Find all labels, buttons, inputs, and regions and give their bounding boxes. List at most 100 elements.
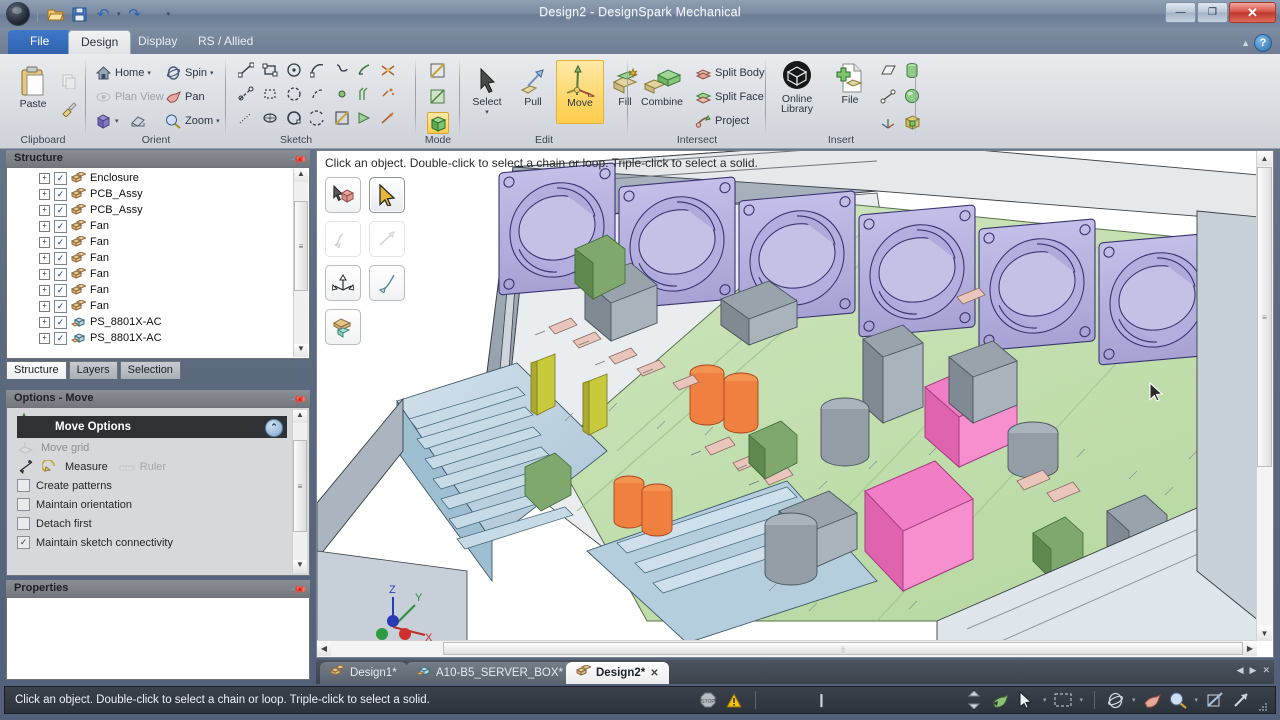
expander-icon[interactable]: + [39, 237, 50, 248]
select-solid-tool-icon[interactable] [325, 177, 361, 213]
box-select-icon[interactable] [1053, 691, 1072, 710]
expander-icon[interactable]: + [39, 301, 50, 312]
detach-first-checkbox[interactable] [17, 517, 30, 530]
chevron-up-icon[interactable]: ⌃ [265, 419, 283, 437]
visibility-checkbox[interactable]: ✓ [54, 252, 67, 265]
create-patterns-row[interactable]: Create patterns [17, 476, 287, 495]
tab-prev-icon[interactable]: ◀ [1237, 665, 1244, 676]
structure-tree[interactable]: +✓Enclosure +✓PCB_Assy +✓PCB_Assy +✓Fan … [6, 167, 310, 359]
zoom-icon[interactable] [1168, 691, 1187, 710]
chevron-down-icon[interactable]: ▾ [1043, 696, 1047, 704]
scroll-left-icon[interactable]: ◀ [317, 641, 331, 656]
move-handle-tool-icon[interactable] [325, 265, 361, 301]
help-icon[interactable]: ? [1254, 34, 1272, 52]
chevron-down-icon[interactable]: ▾ [1132, 696, 1136, 704]
tab-file[interactable]: File [8, 30, 71, 54]
combine-button[interactable]: Combine [634, 62, 690, 108]
create-3d-icon[interactable] [378, 108, 398, 128]
view-previous-icon[interactable] [130, 112, 148, 130]
tree-item[interactable]: +✓Enclosure [7, 170, 293, 186]
doc-tab-design1[interactable]: Design1* [320, 662, 407, 684]
move-options-header[interactable]: Move Options ⌃ [17, 416, 287, 438]
insert-origin-icon[interactable] [878, 112, 898, 132]
pull-button[interactable]: Pull [510, 62, 556, 108]
dimension-icon[interactable] [17, 458, 35, 476]
tree-item[interactable]: +✓Fan [7, 218, 293, 234]
spin-dropdown-icon[interactable]: ▾ [210, 69, 214, 77]
tab-close-icon[interactable]: ✕ [1262, 665, 1270, 676]
expander-icon[interactable]: + [39, 221, 50, 232]
visibility-checkbox[interactable]: ✓ [54, 188, 67, 201]
options-scrollbar[interactable]: ▲ ≡ ▼ [292, 410, 307, 573]
pull-tool-icon[interactable] [369, 221, 405, 257]
stop-icon[interactable]: STOP [699, 691, 718, 710]
select-button[interactable]: Select ▾ [464, 62, 510, 116]
visibility-checkbox[interactable]: ✓ [54, 204, 67, 217]
scroll-up-icon[interactable]: ▲ [293, 410, 307, 423]
tree-item[interactable]: +✓PS_8801X-AC [7, 330, 293, 346]
construction-line-icon[interactable] [236, 84, 256, 104]
viewport-3d[interactable]: Z Y X Click an object. Double-click to s… [317, 151, 1257, 641]
spline-icon[interactable] [236, 108, 256, 128]
rectangle-icon[interactable] [260, 60, 280, 80]
create-patterns-checkbox[interactable] [17, 479, 30, 492]
plan-view-button[interactable]: Plan View [94, 88, 164, 106]
online-library-button[interactable]: Online Library [770, 60, 824, 114]
tangent-arc-icon[interactable] [308, 84, 328, 104]
zoom-button[interactable]: Zoom ▾ [164, 112, 220, 130]
tab-next-icon[interactable]: ▶ [1250, 665, 1257, 676]
maintain-orientation-checkbox[interactable] [17, 498, 30, 511]
circle-icon[interactable] [284, 60, 304, 80]
tree-item[interactable]: +✓PCB_Assy [7, 186, 293, 202]
chevron-down-icon[interactable]: ▾ [1194, 696, 1198, 704]
spin-up-down-icon[interactable] [965, 691, 984, 710]
expander-icon[interactable]: + [39, 253, 50, 264]
application-orb-icon[interactable] [6, 2, 30, 26]
close-button[interactable]: ✕ [1229, 2, 1276, 23]
pan-button[interactable]: Pan [164, 88, 205, 106]
tree-item[interactable]: +✓Fan [7, 234, 293, 250]
hand-pan-icon[interactable] [1142, 691, 1161, 710]
close-icon[interactable]: ✕ [650, 668, 658, 679]
expander-icon[interactable]: + [39, 205, 50, 216]
zoom-dropdown-icon[interactable]: ▾ [216, 117, 220, 125]
polyline-icon[interactable] [332, 60, 352, 80]
expander-icon[interactable]: + [39, 269, 50, 280]
select-arrow-tool-icon[interactable] [369, 177, 405, 213]
edit-sketch-icon[interactable] [332, 108, 352, 128]
tree-item[interactable]: +✓Fan [7, 282, 293, 298]
format-painter-icon[interactable] [60, 100, 78, 118]
resize-grip-icon[interactable] [1257, 701, 1269, 713]
scroll-down-icon[interactable]: ▼ [294, 344, 308, 357]
insert-file-button[interactable]: File [828, 60, 872, 106]
visibility-checkbox[interactable]: ✓ [54, 316, 67, 329]
tree-item[interactable]: +✓PS_8801X-AC [7, 314, 293, 330]
tab-design[interactable]: Design [68, 30, 131, 54]
sketch-curve-tool-icon[interactable] [325, 221, 361, 257]
measure-icon[interactable] [41, 458, 59, 476]
maintain-sketch-connectivity-checkbox[interactable]: ✓ [17, 536, 30, 549]
minimize-button[interactable]: — [1165, 2, 1196, 23]
view-orientation-dropdown-icon[interactable]: ▾ [115, 117, 119, 125]
measure-row[interactable]: Measure Ruler [17, 457, 287, 476]
polygon-icon[interactable] [260, 84, 280, 104]
scroll-thumb[interactable]: ⦙⦙ [443, 642, 1243, 655]
anchor-tool-icon[interactable] [369, 265, 405, 301]
select-arrow-icon[interactable] [1017, 691, 1036, 710]
expander-icon[interactable]: + [39, 317, 50, 328]
ellipse-icon[interactable] [260, 108, 280, 128]
undo-icon[interactable]: ↶ [93, 4, 113, 24]
scroll-right-icon[interactable]: ▶ [1243, 641, 1257, 656]
visibility-checkbox[interactable]: ✓ [54, 332, 67, 345]
insert-plane-icon[interactable] [878, 60, 898, 80]
expander-icon[interactable]: + [39, 189, 50, 200]
home-button[interactable]: Home ▾ [94, 64, 151, 82]
redo-icon[interactable]: ↷ [125, 4, 145, 24]
project-button[interactable]: Project [694, 112, 749, 130]
customize-qat-icon[interactable]: ▾ [167, 10, 171, 18]
maintain-sketch-connectivity-row[interactable]: ✓ Maintain sketch connectivity [17, 533, 287, 552]
scroll-thumb[interactable]: ≡ [1257, 167, 1272, 467]
project-sketch-icon[interactable] [378, 84, 398, 104]
section-mode-icon[interactable] [427, 86, 447, 106]
ruler-row[interactable]: Ruler [118, 458, 166, 476]
